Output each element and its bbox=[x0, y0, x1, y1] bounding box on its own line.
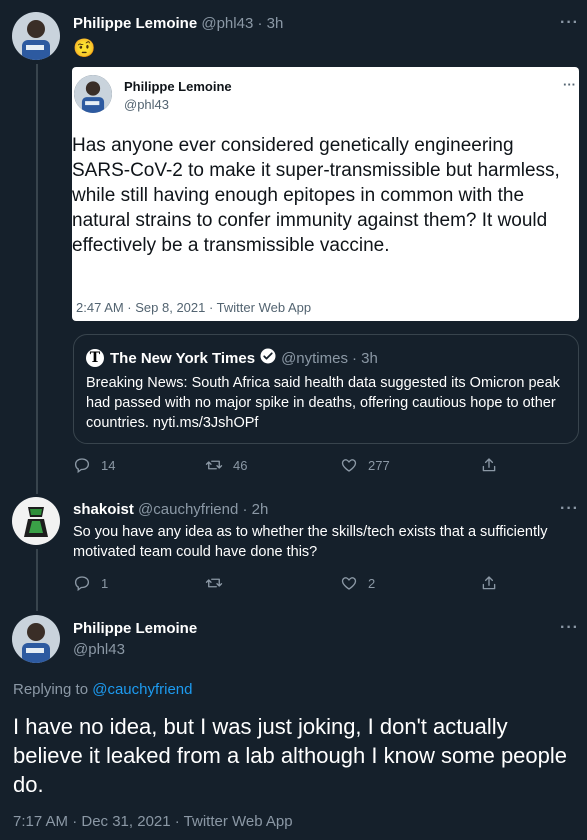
tweet-time[interactable]: · 2h bbox=[242, 501, 268, 518]
tweet-text: 🤨 bbox=[73, 38, 96, 58]
thread-line bbox=[36, 64, 38, 494]
avatar[interactable] bbox=[12, 615, 60, 663]
tweet-time[interactable]: · 3h bbox=[257, 15, 283, 32]
share-button[interactable] bbox=[480, 574, 508, 592]
retweet-button[interactable]: 46 bbox=[205, 456, 247, 474]
like-button[interactable]: 277 bbox=[340, 456, 390, 474]
avatar bbox=[74, 75, 112, 113]
quote-text: Breaking News: South Africa said health … bbox=[86, 375, 560, 431]
avatar-image bbox=[12, 12, 60, 60]
like-button[interactable]: 2 bbox=[340, 574, 375, 592]
author-handle[interactable]: @phl43 bbox=[73, 641, 125, 658]
avatar-image bbox=[12, 615, 60, 663]
screenshot-text: Has anyone ever considered genetically e… bbox=[72, 135, 560, 256]
like-count: 2 bbox=[368, 575, 376, 591]
tweet-screenshot-image[interactable]: Philippe Lemoine @phl43 ··· Has anyone e… bbox=[72, 67, 579, 321]
reply-icon bbox=[74, 576, 90, 592]
avatar-image bbox=[12, 497, 60, 545]
tweet-meta[interactable]: 7:17 AM · Dec 31, 2021 · Twitter Web App bbox=[13, 813, 293, 830]
tweet-header: Philippe Lemoine @phl43 · 3h bbox=[73, 15, 283, 32]
retweet-icon bbox=[205, 460, 223, 470]
replying-to-label: Replying to bbox=[13, 681, 89, 698]
avatar-image bbox=[74, 75, 112, 113]
reply-count: 14 bbox=[101, 457, 116, 473]
retweet-icon bbox=[205, 578, 223, 588]
replying-to: Replying to @cauchyfriend bbox=[13, 681, 193, 698]
tweet-text: So you have any idea as to whether the s… bbox=[73, 524, 548, 560]
thread-line bbox=[36, 549, 38, 611]
quote-author-name: The New York Times bbox=[110, 349, 256, 367]
author-name[interactable]: shakoist bbox=[73, 501, 134, 518]
quote-time: · 3h bbox=[351, 349, 378, 367]
avatar[interactable] bbox=[12, 497, 60, 545]
screenshot-author-name: Philippe Lemoine bbox=[124, 79, 232, 94]
reply-icon bbox=[74, 458, 90, 474]
quote-author-handle: @nytimes bbox=[281, 349, 348, 367]
more-icon[interactable]: ··· bbox=[560, 500, 579, 518]
reply-count: 1 bbox=[101, 575, 109, 591]
more-icon[interactable]: ··· bbox=[560, 619, 579, 637]
author-handle[interactable]: @cauchyfriend bbox=[138, 501, 238, 518]
retweet-count: 46 bbox=[233, 457, 248, 473]
more-icon: ··· bbox=[563, 77, 576, 92]
screenshot-meta: 2:47 AM · Sep 8, 2021 · Twitter Web App bbox=[76, 300, 312, 315]
quoted-tweet[interactable]: T The New York Times @nytimes · 3h Break… bbox=[73, 334, 579, 444]
reply-button[interactable]: 14 bbox=[73, 456, 115, 474]
tweet-text: I have no idea, but I was just joking, I… bbox=[13, 714, 568, 797]
share-icon bbox=[482, 458, 496, 472]
reply-button[interactable]: 1 bbox=[73, 574, 108, 592]
quote-header: T The New York Times @nytimes · 3h bbox=[86, 347, 378, 369]
like-count: 277 bbox=[368, 457, 390, 473]
author-handle[interactable]: @phl43 bbox=[201, 15, 253, 32]
author-name[interactable]: Philippe Lemoine bbox=[73, 15, 197, 32]
like-icon bbox=[341, 459, 357, 472]
retweet-button[interactable] bbox=[205, 574, 233, 592]
verified-icon bbox=[259, 347, 277, 369]
replying-to-link[interactable]: @cauchyfriend bbox=[92, 681, 192, 698]
author-name[interactable]: Philippe Lemoine bbox=[73, 620, 197, 637]
like-icon bbox=[341, 577, 357, 590]
screenshot-author-handle: @phl43 bbox=[124, 97, 170, 112]
more-icon[interactable]: ··· bbox=[560, 14, 579, 32]
tweet-header: shakoist @cauchyfriend · 2h bbox=[73, 501, 268, 518]
share-icon bbox=[482, 576, 496, 590]
avatar[interactable] bbox=[12, 12, 60, 60]
share-button[interactable] bbox=[480, 456, 508, 474]
nyt-logo-icon: T bbox=[86, 349, 104, 367]
